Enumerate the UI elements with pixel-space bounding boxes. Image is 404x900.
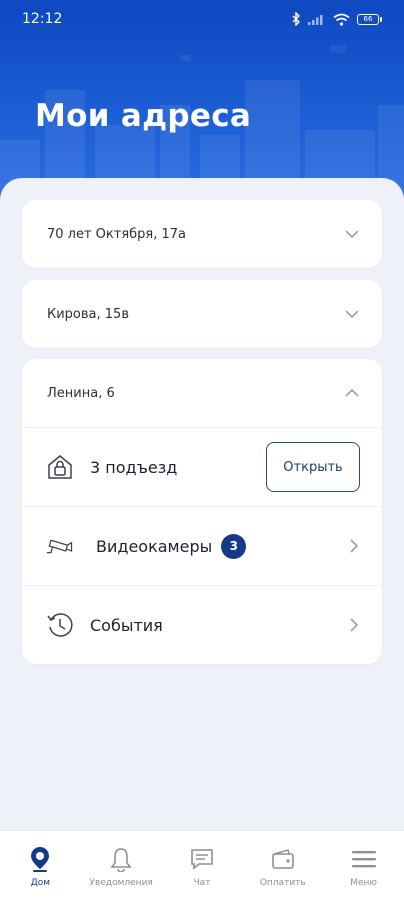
battery-icon: 66 bbox=[357, 13, 382, 25]
cameras-label: Видеокамеры bbox=[96, 536, 213, 556]
address-row[interactable]: Кирова, 15в bbox=[22, 280, 382, 348]
chevron-up-icon bbox=[345, 388, 359, 397]
cctv-camera-icon bbox=[46, 532, 74, 560]
nav-menu[interactable]: Меню bbox=[324, 845, 404, 888]
nav-pay[interactable]: Оплатить bbox=[243, 845, 323, 888]
bottom-navigation: Дом Уведомления Чат Оплатить Меню bbox=[0, 830, 404, 900]
battery-level: 66 bbox=[357, 13, 379, 25]
entrance-row: 3 подъезд Открыть bbox=[22, 427, 382, 506]
chevron-down-icon bbox=[345, 310, 359, 319]
chevron-down-icon bbox=[345, 230, 359, 239]
entrance-label: 3 подъезд bbox=[90, 457, 178, 477]
events-row[interactable]: События bbox=[22, 585, 382, 664]
nav-label: Чат bbox=[193, 878, 211, 888]
wifi-icon bbox=[333, 13, 350, 26]
cameras-count-badge: 3 bbox=[221, 533, 247, 559]
status-time: 12:12 bbox=[22, 11, 63, 27]
address-row[interactable]: 70 лет Октября, 17а bbox=[22, 200, 382, 268]
events-label: События bbox=[90, 615, 163, 635]
nav-chat[interactable]: Чат bbox=[162, 845, 242, 888]
entrance-lock-icon bbox=[46, 453, 74, 481]
nav-label: Уведомления bbox=[89, 878, 153, 888]
wallet-icon bbox=[269, 845, 297, 873]
page-title: Мои адреса bbox=[35, 98, 252, 134]
address-label: 70 лет Октября, 17а bbox=[47, 226, 187, 242]
address-label: Ленина, 6 bbox=[47, 385, 115, 401]
chevron-right-icon bbox=[350, 618, 359, 632]
address-row[interactable]: Ленина, 6 bbox=[22, 359, 382, 427]
open-door-button[interactable]: Открыть bbox=[266, 442, 360, 492]
history-clock-icon bbox=[46, 611, 74, 639]
address-label: Кирова, 15в bbox=[47, 306, 129, 322]
nav-home[interactable]: Дом bbox=[0, 845, 80, 888]
address-card-1: 70 лет Октября, 17а bbox=[22, 200, 382, 268]
nav-notifications[interactable]: Уведомления bbox=[81, 845, 161, 888]
nav-label: Меню bbox=[350, 878, 377, 888]
menu-icon bbox=[350, 845, 378, 873]
bluetooth-icon bbox=[292, 12, 300, 26]
nav-label: Оплатить bbox=[259, 878, 306, 888]
chevron-right-icon bbox=[350, 539, 359, 553]
chat-icon bbox=[188, 845, 216, 873]
home-pin-icon bbox=[26, 845, 54, 873]
status-bar: 12:12 66 bbox=[0, 0, 404, 38]
address-card-3-expanded: Ленина, 6 3 подъезд Открыть Видеокамеры … bbox=[22, 359, 382, 664]
bell-icon bbox=[107, 845, 135, 873]
signal-icon bbox=[308, 15, 323, 25]
header-banner: 12:12 66 Мои адреса bbox=[0, 0, 404, 200]
cameras-row[interactable]: Видеокамеры 3 bbox=[22, 506, 382, 585]
address-card-2: Кирова, 15в bbox=[22, 280, 382, 348]
nav-label: Дом bbox=[30, 878, 51, 888]
